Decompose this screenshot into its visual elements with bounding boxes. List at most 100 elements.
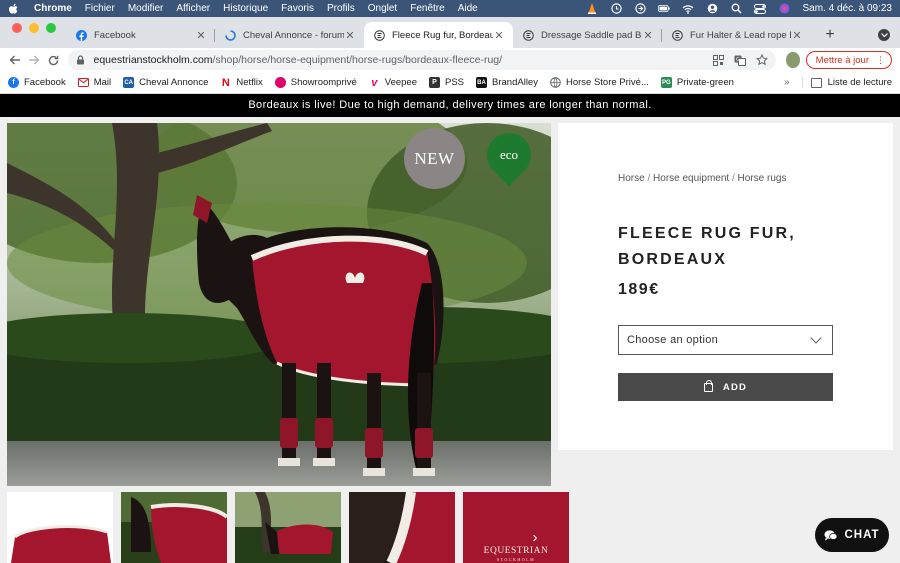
address-bar-actions: G (712, 54, 769, 66)
product-info-panel: Horse / Horse equipment / Horse rugs FLE… (558, 123, 893, 450)
bookmark-label: Cheval Annonce (139, 77, 209, 88)
facebook-icon (76, 29, 87, 41)
menu-fenetre[interactable]: Fenêtre (410, 3, 444, 14)
tab-dressage-saddle-pad[interactable]: Dressage Saddle pad Bordea ✕ (513, 22, 662, 48)
bookmark-private-green[interactable]: PG Private-green (660, 77, 734, 88)
bookmark-label: Veepee (384, 77, 417, 88)
translate-icon[interactable]: G (734, 54, 747, 66)
tab-title: Cheval Annonce - forum ch (243, 29, 344, 41)
product-title: FLEECE RUG FUR, BORDEAUX (618, 225, 796, 268)
siri-icon[interactable] (778, 3, 790, 15)
menu-modifier[interactable]: Modifier (128, 3, 164, 14)
chat-bubble-icon (824, 529, 838, 541)
breadcrumb-link-horse-rugs[interactable]: Horse rugs (738, 173, 787, 184)
menu-aide[interactable]: Aide (458, 3, 478, 14)
battery-icon[interactable] (658, 3, 671, 15)
menu-fichier[interactable]: Fichier (85, 3, 115, 14)
reload-icon[interactable] (46, 51, 61, 69)
loading-icon (225, 29, 236, 41)
add-to-cart-label: ADD (722, 381, 748, 393)
address-bar[interactable]: equestrianstockholm.com /shop/horse/hors… (68, 50, 777, 70)
minimize-window-button[interactable] (29, 22, 39, 33)
chat-button[interactable]: CHAT (815, 518, 889, 552)
menu-app-chrome[interactable]: Chrome (34, 3, 72, 14)
bookmarks-bar: f Facebook Mail CA Cheval Annonce N Netf… (0, 72, 900, 94)
wifi-icon[interactable] (682, 3, 694, 15)
equestrian-icon (672, 29, 683, 41)
reading-list-icon (810, 77, 822, 88)
bookmark-pss[interactable]: P PSS (429, 77, 464, 88)
breadcrumb-link-horse-equipment[interactable]: Horse equipment (653, 173, 729, 184)
netflix-icon: N (221, 76, 230, 89)
spotlight-search-icon[interactable] (730, 3, 742, 15)
macos-menu-bar: Chrome Fichier Modifier Afficher Histori… (0, 0, 900, 17)
fullscreen-window-button[interactable] (46, 22, 56, 33)
lock-icon[interactable] (76, 55, 86, 65)
equestrian-icon (374, 29, 385, 41)
globe-icon (550, 77, 561, 88)
product-thumbnail[interactable] (7, 492, 113, 563)
product-thumbnail[interactable] (235, 492, 341, 563)
bookmark-netflix[interactable]: N Netflix (220, 76, 263, 89)
control-center-icon[interactable] (754, 3, 767, 15)
option-select[interactable]: Choose an option (618, 325, 833, 355)
menu-afficher[interactable]: Afficher (176, 3, 210, 14)
user-icon[interactable] (706, 3, 718, 15)
vlc-cone-icon[interactable] (586, 3, 598, 15)
close-tab-icon[interactable]: ✕ (642, 29, 654, 42)
product-thumbnail[interactable] (349, 492, 455, 563)
tab-title: Facebook (94, 29, 136, 41)
menu-bar-clock[interactable]: Sam. 4 déc. à 09:23 (802, 3, 892, 14)
forward-arrow-icon[interactable] (27, 51, 42, 69)
menu-profils[interactable]: Profils (327, 3, 355, 14)
back-arrow-icon[interactable] (8, 51, 23, 69)
tab-fur-halter[interactable]: Fur Halter & Lead rope Bord ✕ (662, 22, 811, 48)
bookmark-veepee[interactable]: v Veepee (369, 77, 417, 89)
bookmark-brandalley[interactable]: BA BrandAlley (476, 77, 538, 88)
breadcrumb: Horse / Horse equipment / Horse rugs (618, 173, 786, 184)
close-tab-icon[interactable]: ✕ (195, 29, 207, 42)
reading-list-button[interactable]: Liste de lecture (801, 77, 892, 88)
menu-historique[interactable]: Historique (223, 3, 268, 14)
apple-icon[interactable] (8, 3, 20, 15)
horse-in-bordeaux-rug-photo (7, 123, 551, 486)
bookmark-facebook[interactable]: f Facebook (8, 77, 66, 88)
bookmark-star-icon[interactable] (756, 54, 769, 66)
url-host: equestrianstockholm.com (93, 54, 213, 66)
profile-avatar[interactable] (786, 52, 800, 68)
new-tab-button[interactable]: + (817, 22, 843, 48)
bookmark-label: BrandAlley (492, 77, 538, 88)
menu-favoris[interactable]: Favoris (281, 3, 314, 14)
equestrian-icon (523, 29, 534, 41)
add-to-cart-button[interactable]: ADD (618, 373, 833, 401)
bookmark-cheval-annonce[interactable]: CA Cheval Annonce (123, 77, 208, 88)
timer-icon[interactable] (610, 3, 622, 15)
tab-search-icon[interactable] (878, 29, 890, 41)
product-thumbnail[interactable] (121, 492, 227, 563)
product-main-image[interactable]: NEW eco (7, 123, 551, 486)
bookmark-mail[interactable]: Mail (77, 77, 111, 88)
breadcrumb-link-horse[interactable]: Horse (618, 173, 645, 184)
private-green-icon: PG (660, 77, 672, 88)
bookmark-label: Horse Store Privé... (565, 77, 649, 88)
qr-code-icon[interactable] (712, 54, 724, 66)
more-bookmarks-button[interactable]: » (784, 77, 790, 88)
tab-title: Fleece Rug fur, Bordeaux (392, 29, 493, 41)
close-tab-icon[interactable]: ✕ (493, 29, 505, 42)
close-tab-icon[interactable]: ✕ (344, 29, 356, 42)
close-tab-icon[interactable]: ✕ (791, 29, 803, 42)
update-chrome-button[interactable]: Mettre à jour ⋮ (805, 51, 892, 69)
bookmark-showroomprive[interactable]: Showroomprivé (274, 77, 357, 88)
menu-bar-status-area: Sam. 4 déc. à 09:23 (586, 3, 892, 15)
shortcut-icon[interactable] (634, 3, 646, 15)
svg-text:G: G (736, 57, 740, 63)
menu-onglet[interactable]: Onglet (368, 3, 397, 14)
thumbnail-next-arrow-icon[interactable]: › (528, 529, 542, 546)
tab-fleece-rug-active[interactable]: Fleece Rug fur, Bordeaux ✕ (364, 22, 513, 48)
product-thumbnail[interactable]: EQUESTRIAN STOCKHOLM (463, 492, 569, 563)
close-window-button[interactable] (12, 22, 22, 33)
tab-facebook[interactable]: Facebook ✕ (66, 22, 215, 48)
tab-title: Dressage Saddle pad Bordea (541, 29, 642, 41)
tab-cheval-annonce[interactable]: Cheval Annonce - forum ch ✕ (215, 22, 364, 48)
bookmark-horse-store[interactable]: Horse Store Privé... (550, 77, 649, 88)
